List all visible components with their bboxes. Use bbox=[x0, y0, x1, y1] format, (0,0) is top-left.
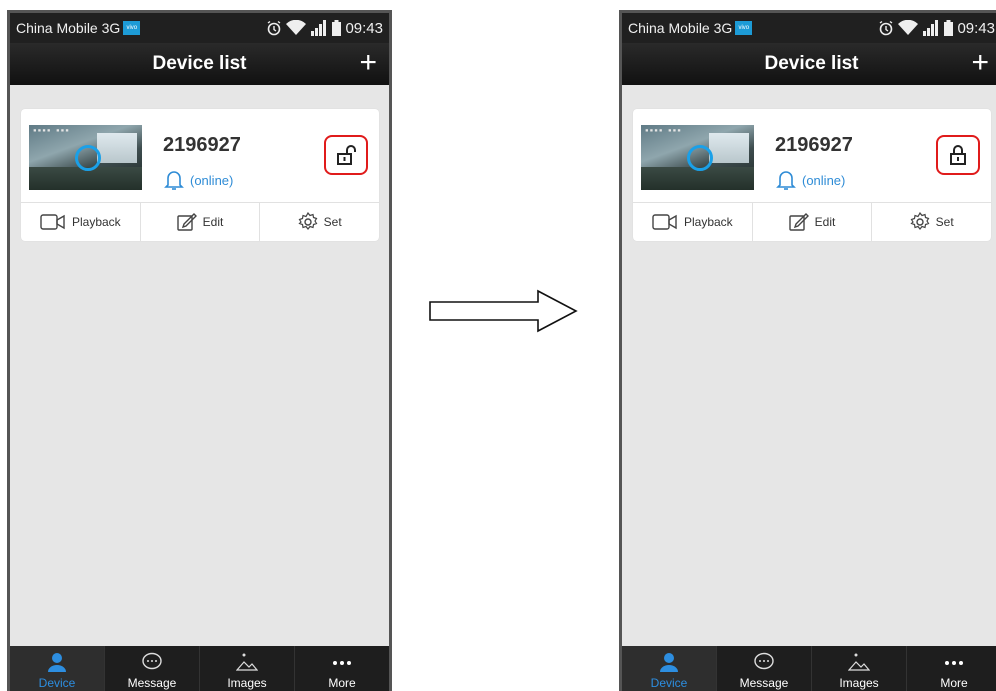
tab-message[interactable]: Message bbox=[717, 646, 812, 691]
wifi-icon bbox=[898, 20, 919, 35]
device-id: 2196927 bbox=[163, 134, 241, 156]
device-id: 2196927 bbox=[775, 134, 853, 156]
tab-device-label: Device bbox=[38, 676, 76, 690]
tab-message-label: Message bbox=[127, 676, 177, 690]
tab-images-label: Images bbox=[227, 676, 267, 690]
clock-label: 09:43 bbox=[345, 19, 383, 37]
battery-icon bbox=[332, 20, 342, 36]
tab-device[interactable]: Device bbox=[622, 646, 717, 691]
status-bar: China Mobile 3G vivo 09:43 bbox=[10, 13, 389, 43]
tab-more[interactable]: More bbox=[295, 646, 389, 691]
tab-images[interactable]: Images bbox=[812, 646, 907, 691]
tab-more-label: More bbox=[940, 676, 968, 690]
video-icon bbox=[652, 214, 677, 230]
settings-button[interactable]: Set bbox=[872, 203, 991, 241]
playback-label: Playback bbox=[683, 215, 733, 229]
playback-button[interactable]: Playback bbox=[633, 203, 753, 241]
page-title: Device list bbox=[152, 53, 247, 74]
carrier-badge-icon: vivo bbox=[735, 21, 753, 35]
tab-more[interactable]: More bbox=[907, 646, 996, 691]
title-bar: Device list + bbox=[622, 43, 996, 85]
play-icon bbox=[687, 145, 713, 171]
chat-icon bbox=[142, 652, 162, 670]
status-bar: China Mobile 3G vivo 09:43 bbox=[622, 13, 996, 43]
lock-icon bbox=[950, 145, 966, 165]
edit-icon bbox=[176, 213, 197, 231]
edit-button[interactable]: Edit bbox=[753, 203, 873, 241]
edit-label: Edit bbox=[814, 215, 836, 229]
clock-label: 09:43 bbox=[957, 19, 995, 37]
edit-button[interactable]: Edit bbox=[141, 203, 261, 241]
person-icon bbox=[48, 653, 66, 672]
bottom-tab-bar: Device Message Images More bbox=[622, 646, 996, 691]
alarm-icon bbox=[268, 20, 281, 36]
tab-device[interactable]: Device bbox=[10, 646, 105, 691]
lock-toggle-button[interactable] bbox=[936, 135, 980, 175]
bottom-tab-bar: Device Message Images More bbox=[10, 646, 389, 691]
tab-device-label: Device bbox=[650, 676, 688, 690]
device-status: (online) bbox=[802, 173, 846, 188]
tab-images[interactable]: Images bbox=[200, 646, 295, 691]
bell-icon bbox=[164, 171, 184, 190]
camera-thumbnail[interactable]: ▪▪▪▪ ▪▪▪ bbox=[641, 125, 754, 190]
bell-icon bbox=[776, 171, 796, 190]
gear-icon bbox=[298, 212, 318, 230]
device-status: (online) bbox=[190, 173, 234, 188]
video-icon bbox=[40, 214, 65, 230]
settings-button[interactable]: Set bbox=[260, 203, 379, 241]
lock-toggle-button[interactable] bbox=[324, 135, 368, 175]
unlock-icon bbox=[337, 145, 356, 165]
add-device-button[interactable]: + bbox=[971, 48, 989, 78]
more-icon bbox=[945, 661, 963, 665]
device-actions: Playback Edit Set bbox=[633, 202, 991, 241]
title-bar: Device list + bbox=[10, 43, 389, 85]
camera-thumbnail[interactable]: ▪▪▪▪ ▪▪▪ bbox=[29, 125, 142, 190]
phone-screen-after: China Mobile 3G vivo 09:43 Device list +… bbox=[619, 10, 996, 691]
tab-images-label: Images bbox=[839, 676, 879, 690]
chat-icon bbox=[754, 652, 774, 670]
image-icon bbox=[236, 653, 258, 671]
edit-icon bbox=[788, 213, 809, 231]
person-icon bbox=[660, 653, 678, 672]
battery-icon bbox=[944, 20, 954, 36]
tab-message-label: Message bbox=[739, 676, 789, 690]
settings-label: Set bbox=[935, 215, 954, 229]
more-icon bbox=[333, 661, 351, 665]
settings-label: Set bbox=[323, 215, 342, 229]
device-card[interactable]: ▪▪▪▪ ▪▪▪ 2196927 (online) Playback Edit bbox=[633, 109, 991, 241]
carrier-badge-icon: vivo bbox=[123, 21, 141, 35]
play-icon bbox=[75, 145, 101, 171]
gear-icon bbox=[910, 212, 930, 230]
device-actions: Playback Edit Set bbox=[21, 202, 379, 241]
wifi-icon bbox=[286, 20, 307, 35]
tab-message[interactable]: Message bbox=[105, 646, 200, 691]
playback-label: Playback bbox=[71, 215, 121, 229]
alarm-icon bbox=[880, 20, 893, 36]
carrier-label: China Mobile 3G bbox=[16, 20, 121, 36]
edit-label: Edit bbox=[202, 215, 224, 229]
signal-icon bbox=[311, 20, 327, 36]
device-card[interactable]: ▪▪▪▪ ▪▪▪ 2196927 (online) Playback Edit bbox=[21, 109, 379, 241]
carrier-label: China Mobile 3G bbox=[628, 20, 733, 36]
page-title: Device list bbox=[764, 53, 859, 74]
tab-more-label: More bbox=[328, 676, 356, 690]
image-icon bbox=[848, 653, 870, 671]
playback-button[interactable]: Playback bbox=[21, 203, 141, 241]
phone-screen-before: China Mobile 3G vivo 09:43 Device list +… bbox=[7, 10, 392, 691]
add-device-button[interactable]: + bbox=[359, 48, 377, 78]
signal-icon bbox=[923, 20, 939, 36]
right-arrow-icon bbox=[429, 289, 578, 333]
